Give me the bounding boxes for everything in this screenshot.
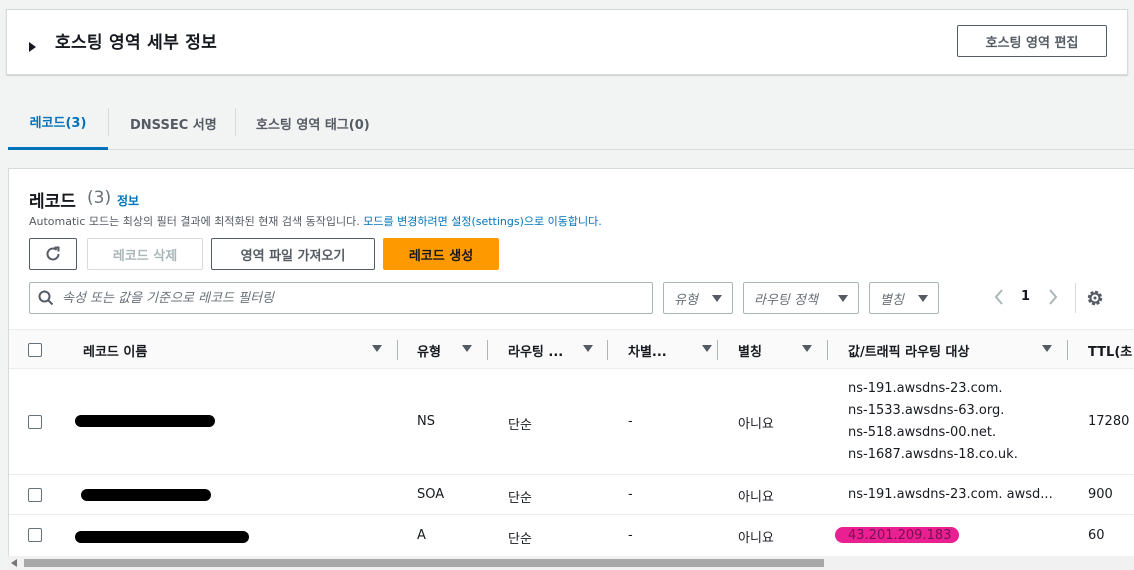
column-resizer[interactable] [1067,340,1068,360]
table-row[interactable]: SOA 단순 - 아니요 ns-191.awsdns-23.com. awsd.… [9,475,1134,515]
create-record-button[interactable]: 레코드 생성 [383,238,499,270]
redacted-record-name [75,415,215,427]
import-zone-file-button[interactable]: 영역 파일 가져오기 [211,238,375,270]
caret-down-icon [712,295,722,302]
record-type: SOA [417,487,445,502]
type-dropdown-label: 유형 [674,292,698,308]
tab-bar: 레코드(3) DNSSEC 서명 호스팅 영역 태그(0) [8,96,1134,150]
record-alias: 아니요 [738,531,774,546]
routing-policy-dropdown[interactable]: 라우팅 정책 [743,282,859,314]
search-mode-text: Automatic 모드는 최상의 필터 결과에 최적화된 현재 검색 동작입니… [29,215,364,228]
record-alias: 아니요 [738,417,774,432]
record-value: ns-1533.awsdns-63.org. [848,403,1005,418]
record-ttl: 17280 [1088,414,1130,429]
pager-separator [1075,283,1076,313]
records-count: (3) [87,188,112,208]
column-header-value[interactable]: 값/트래픽 라우팅 대상 [848,330,1028,370]
table-row[interactable]: NS 단순 - 아니요 ns-191.awsdns-23.com. ns-153… [9,369,1134,475]
refresh-button[interactable] [29,238,77,270]
record-alias: 아니요 [738,490,774,505]
record-type: NS [417,414,435,429]
column-resizer[interactable] [607,340,608,360]
record-diff: - [628,414,633,429]
tab-tags[interactable]: 호스팅 영역 태그(0) [256,96,370,150]
column-header-type[interactable]: 유형 [417,330,457,370]
sort-caret-icon[interactable] [1042,345,1052,352]
refresh-icon [46,246,60,261]
delete-record-button[interactable]: 레코드 삭제 [87,238,203,270]
hosting-zone-details-panel: 호스팅 영역 세부 정보 호스팅 영역 편집 [6,9,1128,75]
record-ttl: 60 [1088,528,1105,543]
alias-dropdown-label: 별칭 [880,292,904,308]
sort-caret-icon[interactable] [702,345,712,352]
info-link[interactable]: 정보 [117,192,139,209]
table-row[interactable]: A 단순 - 아니요 43.201.209.183 60 [9,515,1134,557]
scroll-left-arrow-icon[interactable] [11,559,17,567]
column-header-name[interactable]: 레코드 이름 [83,330,363,370]
record-ttl: 900 [1088,487,1113,502]
chevron-left-icon[interactable] [993,288,1005,306]
type-dropdown[interactable]: 유형 [663,282,733,314]
records-table-header: 레코드 이름 유형 라우팅 ... 차별... 별칭 값/트래픽 라우팅 대상 … [9,329,1134,369]
tab-separator [235,108,236,136]
sort-caret-icon[interactable] [802,345,812,352]
expand-caret-icon[interactable] [29,42,36,52]
caret-down-icon [918,295,928,302]
record-routing: 단순 [508,532,532,547]
search-mode-description: Automatic 모드는 최상의 필터 결과에 최적화된 현재 검색 동작입니… [29,213,602,229]
column-header-diff[interactable]: 차별... [628,330,698,370]
redacted-record-name [75,531,249,543]
search-icon [38,290,54,306]
gear-icon[interactable] [1085,288,1105,308]
edit-hosting-zone-button[interactable]: 호스팅 영역 편집 [957,25,1107,57]
records-panel: 레코드 (3) 정보 Automatic 모드는 최상의 필터 결과에 최적화된… [8,168,1134,570]
alias-dropdown[interactable]: 별칭 [869,282,939,314]
row-checkbox[interactable] [28,488,42,502]
column-resizer[interactable] [487,340,488,360]
column-header-routing[interactable]: 라우팅 ... [508,330,583,370]
column-resizer[interactable] [397,340,398,360]
sort-caret-icon[interactable] [583,345,593,352]
column-header-ttl[interactable]: TTL(초 [1088,330,1134,370]
row-checkbox[interactable] [28,415,42,429]
row-checkbox[interactable] [28,528,42,542]
record-diff: - [628,528,633,543]
sort-caret-icon[interactable] [462,345,472,352]
page-number[interactable]: 1 [1021,289,1030,304]
record-routing: 단순 [508,418,532,433]
record-filter [29,282,653,314]
records-title: 레코드 [29,192,76,212]
sort-caret-icon[interactable] [372,345,382,352]
horizontal-scrollbar[interactable] [8,556,1134,570]
routing-policy-dropdown-label: 라우팅 정책 [754,292,818,308]
column-resizer[interactable] [717,340,718,360]
settings-link[interactable]: 모드를 변경하려면 설정(settings)으로 이동합니다. [363,215,601,228]
record-value: ns-1687.awsdns-18.co.uk. [848,447,1018,462]
record-routing: 단순 [508,491,532,506]
chevron-right-icon[interactable] [1047,288,1059,306]
record-value: ns-191.awsdns-23.com. [848,381,1003,396]
tab-dnssec[interactable]: DNSSEC 서명 [130,96,217,150]
record-value: ns-191.awsdns-23.com. awsd... [848,487,1053,502]
record-type: A [417,528,426,543]
record-diff: - [628,487,633,502]
scrollbar-thumb[interactable] [24,559,824,567]
record-value: ns-518.awsdns-00.net. [848,425,997,440]
redacted-record-name [81,489,211,501]
select-all-checkbox[interactable] [28,343,42,357]
record-value: 43.201.209.183 [848,528,952,543]
column-resizer[interactable] [827,340,828,360]
tab-separator [108,108,109,136]
hosting-zone-details-title[interactable]: 호스팅 영역 세부 정보 [55,28,217,53]
caret-down-icon [838,295,848,302]
record-filter-input[interactable] [62,287,642,309]
tab-records[interactable]: 레코드(3) [8,96,108,150]
column-header-alias[interactable]: 별칭 [738,330,788,370]
